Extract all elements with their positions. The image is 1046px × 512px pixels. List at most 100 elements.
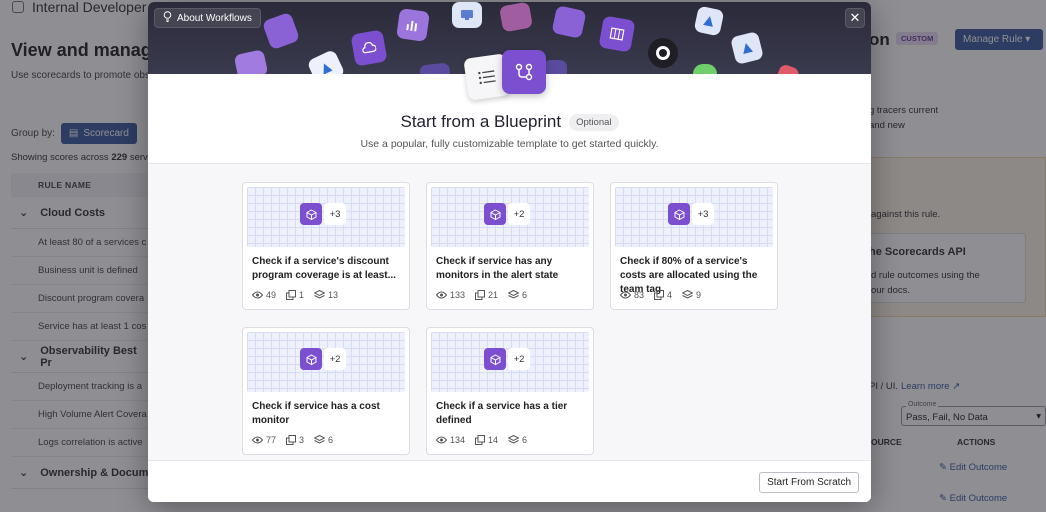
eye-icon bbox=[620, 291, 631, 299]
views-count: 83 bbox=[634, 290, 645, 300]
github-icon bbox=[648, 38, 678, 68]
layers-stat: 6 bbox=[508, 290, 527, 300]
integration-badges: +3 bbox=[668, 203, 714, 225]
decorative-tile-icon bbox=[261, 11, 301, 51]
cube-icon bbox=[300, 203, 322, 225]
clipboard-icon bbox=[551, 5, 587, 39]
blueprint-card[interactable]: +3 Check if 80% of a service's costs are… bbox=[610, 182, 778, 310]
blueprint-card[interactable]: +3 Check if a service's discount program… bbox=[242, 182, 410, 310]
copy-icon bbox=[654, 290, 665, 300]
card-title: Check if a service has a tier defined bbox=[436, 401, 568, 426]
layers-stat: 6 bbox=[314, 435, 333, 445]
views-stat: 83 bbox=[620, 290, 644, 300]
copy-icon bbox=[475, 435, 486, 445]
copies-stat: 4 bbox=[654, 290, 672, 300]
azure-icon bbox=[693, 5, 725, 37]
monitor-icon bbox=[452, 2, 482, 28]
card-title: Check if service has any monitors in the… bbox=[436, 256, 559, 281]
start-from-scratch-button[interactable]: Start From Scratch bbox=[759, 472, 859, 493]
cube-icon bbox=[300, 348, 322, 370]
copy-icon bbox=[475, 290, 486, 300]
views-count: 77 bbox=[266, 435, 277, 445]
copies-count: 1 bbox=[299, 290, 305, 300]
extra-integrations-count: +2 bbox=[508, 203, 530, 225]
blueprint-hero-icons bbox=[463, 50, 556, 101]
layers-stat: 9 bbox=[682, 290, 701, 300]
layers-icon bbox=[314, 290, 326, 300]
modal-footer: Start From Scratch bbox=[148, 460, 871, 502]
close-modal-button[interactable]: ✕ bbox=[845, 8, 865, 28]
cube-icon bbox=[484, 203, 506, 225]
about-workflows-label: About Workflows bbox=[177, 12, 252, 24]
azure-icon bbox=[306, 48, 346, 74]
eye-icon bbox=[436, 291, 447, 299]
extra-integrations-count: +2 bbox=[508, 348, 530, 370]
cube-icon bbox=[668, 203, 690, 225]
layers-count: 6 bbox=[328, 435, 334, 445]
eye-icon bbox=[252, 436, 263, 444]
close-icon: ✕ bbox=[849, 10, 861, 25]
copies-stat: 14 bbox=[475, 435, 498, 445]
blueprint-card[interactable]: +2 Check if a service has a tier defined… bbox=[426, 327, 594, 455]
layers-count: 9 bbox=[696, 290, 702, 300]
extra-integrations-count: +2 bbox=[324, 348, 346, 370]
card-stats: 83 4 9 bbox=[620, 290, 701, 300]
extra-integrations-count: +3 bbox=[692, 203, 714, 225]
cloud-upload-icon bbox=[350, 29, 388, 67]
extra-integrations-count: +3 bbox=[324, 203, 346, 225]
bar-chart-icon bbox=[396, 8, 430, 42]
layers-count: 13 bbox=[328, 290, 339, 300]
layers-icon bbox=[682, 290, 694, 300]
blueprint-grid: +3 Check if a service's discount program… bbox=[148, 164, 871, 460]
lightbulb-icon bbox=[163, 11, 172, 25]
integration-badges: +3 bbox=[300, 203, 346, 225]
views-stat: 133 bbox=[436, 290, 465, 300]
decorative-tile-icon bbox=[419, 62, 451, 74]
layers-icon bbox=[314, 435, 326, 445]
blueprint-card[interactable]: +2 Check if service has a cost monitor 7… bbox=[242, 327, 410, 455]
copies-count: 3 bbox=[299, 435, 305, 445]
blueprint-card[interactable]: +2 Check if service has any monitors in … bbox=[426, 182, 594, 310]
integration-badges: +2 bbox=[300, 348, 346, 370]
views-count: 49 bbox=[266, 290, 277, 300]
integration-badges: +2 bbox=[484, 203, 530, 225]
copies-count: 4 bbox=[667, 290, 673, 300]
views-stat: 134 bbox=[436, 435, 465, 445]
copies-stat: 1 bbox=[286, 290, 304, 300]
card-title: Check if a service's discount program co… bbox=[252, 256, 396, 281]
copies-count: 14 bbox=[488, 435, 499, 445]
cube-icon bbox=[484, 348, 506, 370]
workflow-branch-icon bbox=[502, 50, 546, 94]
about-workflows-button[interactable]: About Workflows bbox=[154, 8, 261, 28]
layers-icon bbox=[508, 435, 520, 445]
blueprint-modal: About Workflows ✕ Start from a Blueprint… bbox=[148, 2, 871, 502]
views-stat: 49 bbox=[252, 290, 276, 300]
card-stats: 49 1 13 bbox=[252, 290, 338, 300]
layers-count: 6 bbox=[522, 435, 528, 445]
integration-badges: +2 bbox=[484, 348, 530, 370]
modal-heading: Start from a Blueprint Optional bbox=[148, 112, 871, 132]
views-count: 133 bbox=[450, 290, 466, 300]
optional-badge: Optional bbox=[569, 113, 619, 131]
decorative-tile-icon bbox=[775, 63, 801, 74]
copies-count: 21 bbox=[488, 290, 499, 300]
decorative-tile-icon bbox=[233, 49, 269, 74]
modal-title: Start from a Blueprint bbox=[400, 112, 562, 131]
modal-subtitle: Use a popular, fully customizable templa… bbox=[360, 138, 659, 150]
decorative-tile-icon bbox=[693, 64, 717, 74]
layers-count: 6 bbox=[522, 290, 528, 300]
card-stats: 133 21 6 bbox=[436, 290, 527, 300]
copy-icon bbox=[286, 290, 297, 300]
eye-icon bbox=[252, 291, 263, 299]
layers-stat: 6 bbox=[508, 435, 527, 445]
card-stats: 134 14 6 bbox=[436, 435, 527, 445]
copies-stat: 21 bbox=[475, 290, 498, 300]
copy-icon bbox=[286, 435, 297, 445]
card-stats: 77 3 6 bbox=[252, 435, 333, 445]
card-title: Check if service has a cost monitor bbox=[252, 401, 380, 426]
copies-stat: 3 bbox=[286, 435, 304, 445]
layers-stat: 13 bbox=[314, 290, 338, 300]
views-count: 134 bbox=[450, 435, 466, 445]
dashboard-icon bbox=[498, 2, 534, 33]
views-stat: 77 bbox=[252, 435, 276, 445]
